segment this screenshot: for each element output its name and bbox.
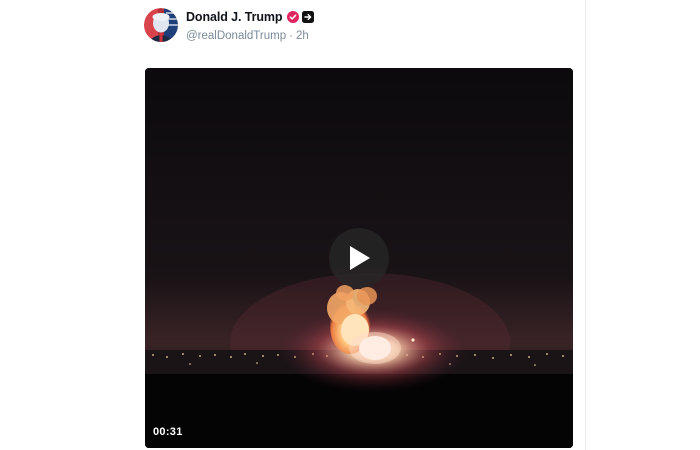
display-name[interactable]: Donald J. Trump [186,10,283,24]
post-header: Donald J. Trump @realDonaldTrump · 2h [144,6,574,54]
separator-dot: · [289,30,293,42]
video-player[interactable]: 00:31 [145,68,573,448]
verified-badge-icon [287,11,300,23]
video-duration: 00:31 [153,426,183,438]
post-card: Donald J. Trump @realDonaldTrump · 2h 00… [144,6,574,448]
column-divider [585,0,586,450]
display-name-row: Donald J. Trump [186,8,315,26]
play-button[interactable] [329,228,389,288]
play-icon [350,246,370,270]
page: Donald J. Trump @realDonaldTrump · 2h 00… [0,0,700,450]
author-names: Donald J. Trump @realDonaldTrump · 2h [186,8,315,42]
avatar[interactable] [144,8,178,42]
avatar-image [144,8,178,42]
handle-row: @realDonaldTrump · 2h [186,30,314,42]
handle[interactable]: @realDonaldTrump [186,30,286,42]
timestamp[interactable]: 2h [296,30,309,42]
follow-arrow-icon[interactable] [302,11,315,23]
